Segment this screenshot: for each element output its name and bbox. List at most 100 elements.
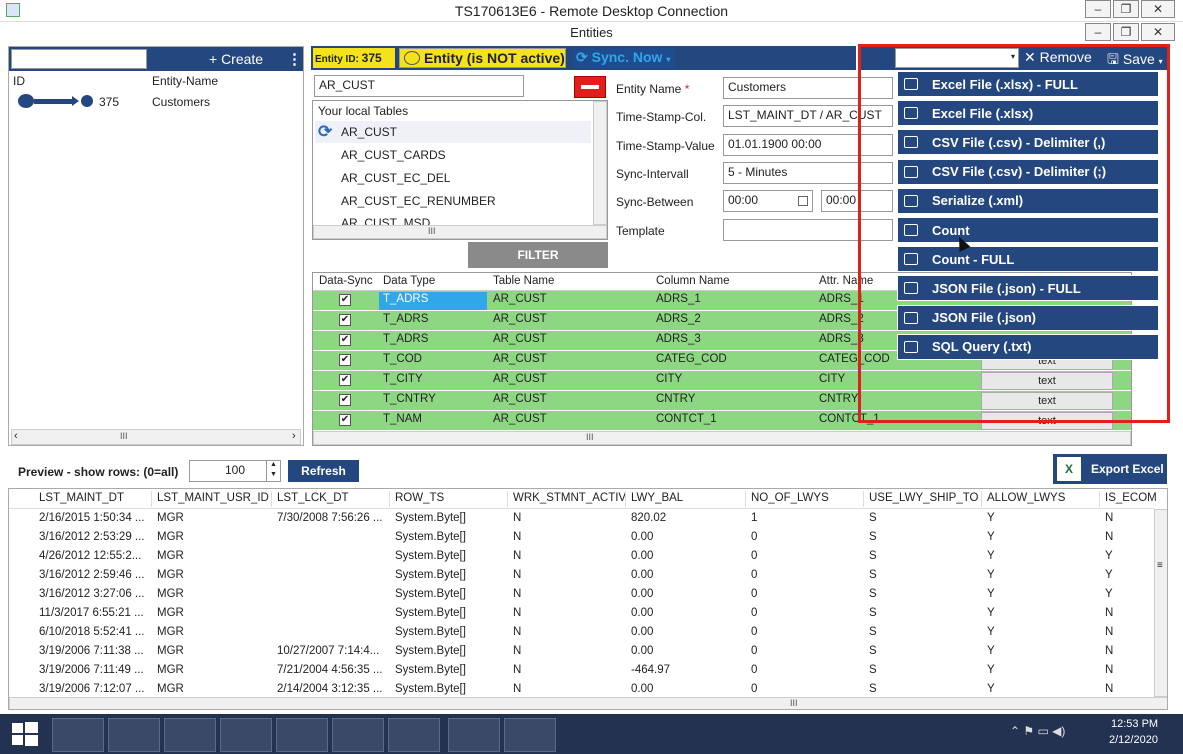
table-row[interactable]: 6/10/2018 5:52:41 ... MGR System.Byte[] N 0.… xyxy=(9,623,1154,642)
grid-cell-table[interactable]: AR_CUST xyxy=(493,373,547,385)
table-list: Your local Tables ⟳ AR_CUST AR_CUST_CARD… xyxy=(312,100,608,240)
restore-button[interactable]: ❐ xyxy=(1113,0,1139,18)
table-row[interactable]: 3/16/2012 3:27:06 ... MGR System.Byte[] N 0.… xyxy=(9,585,1154,604)
grid-cell-column[interactable]: ADRS_3 xyxy=(656,333,701,345)
scroll-left-icon[interactable]: ‹ xyxy=(14,430,18,442)
scroll-thumb[interactable]: III xyxy=(586,432,594,442)
grid-cell-table[interactable]: AR_CUST xyxy=(493,353,547,365)
grid-cell-attr[interactable]: CITY xyxy=(819,373,845,385)
preview-col-header[interactable]: LST_MAINT_DT xyxy=(39,492,124,504)
grid-cell-type[interactable]: T_ADRS xyxy=(383,333,428,345)
table-search-input[interactable]: AR_CUST xyxy=(314,75,524,97)
create-button[interactable]: + Create xyxy=(209,51,263,67)
data-sync-checkbox[interactable]: ✔ xyxy=(339,394,351,406)
app-icon[interactable] xyxy=(220,718,272,752)
grid-cell-type[interactable]: T_NAM xyxy=(383,413,422,425)
table-row[interactable]: 2/16/2015 1:50:34 ... MGR 7/30/2008 7:56:2… xyxy=(9,509,1154,528)
store-icon[interactable] xyxy=(108,718,160,752)
grid-cell-type[interactable]: T_ADRS xyxy=(383,313,428,325)
scroll-thumb[interactable]: III xyxy=(790,698,798,708)
close-button[interactable]: ✕ xyxy=(1141,0,1175,18)
list-item[interactable]: AR_CUST_EC_RENUMBER xyxy=(341,194,496,208)
grid-cell-column[interactable]: ADRS_2 xyxy=(656,313,701,325)
grid-cell-table[interactable]: AR_CUST xyxy=(493,313,547,325)
file-explorer-icon[interactable] xyxy=(52,718,104,752)
tools-icon[interactable] xyxy=(164,718,216,752)
inner-close-button[interactable]: ✕ xyxy=(1141,23,1175,41)
grid-cell-column[interactable]: CONTCT_1 xyxy=(656,413,717,425)
entity-status-badge[interactable]: Entity (is NOT active) xyxy=(399,48,566,68)
settings-icon[interactable] xyxy=(276,718,328,752)
mapping-hscroll[interactable]: III xyxy=(313,431,1131,445)
sync-now-button[interactable]: ⟳ Sync. Now ▾ xyxy=(572,48,675,68)
list-item[interactable]: AR_CUST_CARDS xyxy=(341,148,446,162)
export-excel-button[interactable]: X Export Excel xyxy=(1053,454,1167,484)
list-item[interactable]: 375 Customers xyxy=(11,91,301,111)
inner-minimize-button[interactable]: – xyxy=(1085,23,1111,41)
preview-col-header[interactable]: WRK_STMNT_ACTIV xyxy=(513,492,626,504)
grid-cell-column[interactable]: CNTRY xyxy=(656,393,695,405)
preview-col-header[interactable]: LST_LCK_DT xyxy=(277,492,349,504)
grid-cell-type[interactable]: T_COD xyxy=(383,353,422,365)
clock-icon[interactable] xyxy=(798,196,808,206)
grid-cell-type[interactable]: T_CITY xyxy=(383,373,423,385)
list-item[interactable]: AR_CUST_EC_DEL xyxy=(341,171,450,185)
left-hscroll[interactable]: ‹ III › xyxy=(11,429,301,445)
data-sync-checkbox[interactable]: ✔ xyxy=(339,314,351,326)
entity-search-input[interactable] xyxy=(11,49,147,69)
grid-cell-table[interactable]: AR_CUST xyxy=(493,413,547,425)
more-menu-icon[interactable]: ⋮ xyxy=(287,50,302,68)
internet-explorer-icon[interactable] xyxy=(332,718,384,752)
grid-cell-attr[interactable]: CNTRY xyxy=(819,393,858,405)
tray-icons[interactable]: ⌃ ⚑ ▭ ◀) xyxy=(1010,724,1065,738)
grid-cell-type[interactable]: T_CNTRY xyxy=(383,393,436,405)
preview-col-header[interactable]: LWY_BAL xyxy=(631,492,683,504)
table-row[interactable]: 11/3/2017 6:55:21 ... MGR System.Byte[] N 0.… xyxy=(9,604,1154,623)
refresh-button[interactable]: Refresh xyxy=(288,460,359,482)
preview-col-header[interactable]: IS_ECOM xyxy=(1105,492,1157,504)
grid-cell-type[interactable]: T_ADRS xyxy=(383,293,428,305)
grid-cell-column[interactable]: ADRS_1 xyxy=(656,293,701,305)
minimize-button[interactable]: – xyxy=(1085,0,1111,18)
preview-vscroll[interactable]: ≡ xyxy=(1154,509,1167,697)
preview-cell: Y xyxy=(987,512,995,524)
data-sync-checkbox[interactable]: ✔ xyxy=(339,354,351,366)
data-sync-checkbox[interactable]: ✔ xyxy=(339,334,351,346)
table-row[interactable]: 3/19/2006 7:11:49 ... MGR 7/21/2004 4:56:3… xyxy=(9,661,1154,680)
table-row[interactable]: 3/19/2006 7:11:38 ... MGR 10/27/2007 7:14:… xyxy=(9,642,1154,661)
list-item[interactable]: ⟳ AR_CUST xyxy=(315,121,591,143)
scroll-right-icon[interactable]: › xyxy=(292,430,296,442)
table-row[interactable]: 3/16/2012 2:59:46 ... MGR System.Byte[] N 0.… xyxy=(9,566,1154,585)
preview-col-header[interactable]: LST_MAINT_USR_ID xyxy=(157,492,269,504)
rows-stepper[interactable]: ▲ ▼ xyxy=(266,460,280,482)
scroll-thumb[interactable]: III xyxy=(120,431,128,441)
preview-hscroll[interactable]: III xyxy=(9,697,1167,709)
data-sync-checkbox[interactable]: ✔ xyxy=(339,374,351,386)
grid-cell-column[interactable]: CATEG_COD xyxy=(656,353,727,365)
grid-cell-table[interactable]: AR_CUST xyxy=(493,333,547,345)
clock-date[interactable]: 2/12/2020 xyxy=(1109,734,1158,746)
data-sync-checkbox[interactable]: ✔ xyxy=(339,414,351,426)
preview-col-header[interactable]: NO_OF_LWYS xyxy=(751,492,829,504)
filter-button[interactable]: FILTER xyxy=(468,242,608,268)
table-list-hscroll[interactable]: III xyxy=(313,225,607,239)
grid-cell-column[interactable]: CITY xyxy=(656,373,682,385)
table-list-vscroll[interactable] xyxy=(593,101,607,225)
scroll-thumb[interactable]: III xyxy=(428,226,436,236)
remote-desktop-icon[interactable] xyxy=(388,718,440,752)
window-app-icon[interactable] xyxy=(448,718,500,752)
data-sync-checkbox[interactable]: ✔ xyxy=(339,294,351,306)
inner-restore-button[interactable]: ❐ xyxy=(1113,23,1139,41)
preview-col-header[interactable]: ALLOW_LWYS xyxy=(987,492,1065,504)
start-windows-icon[interactable] xyxy=(12,722,38,746)
grid-cell-table[interactable]: AR_CUST xyxy=(493,393,547,405)
clock-time[interactable]: 12:53 PM xyxy=(1111,718,1158,730)
preview-col-header[interactable]: ROW_TS xyxy=(395,492,444,504)
preview-col-header[interactable]: USE_LWY_SHIP_TO xyxy=(869,492,979,504)
remove-table-button[interactable] xyxy=(574,76,606,98)
notes-icon[interactable] xyxy=(504,718,556,752)
scroll-grip-icon[interactable]: ≡ xyxy=(1157,560,1163,571)
table-row[interactable]: 4/26/2012 12:55:2... MGR System.Byte[] N 0.0… xyxy=(9,547,1154,566)
table-row[interactable]: 3/16/2012 2:53:29 ... MGR System.Byte[] N 0.… xyxy=(9,528,1154,547)
grid-cell-table[interactable]: AR_CUST xyxy=(493,293,547,305)
